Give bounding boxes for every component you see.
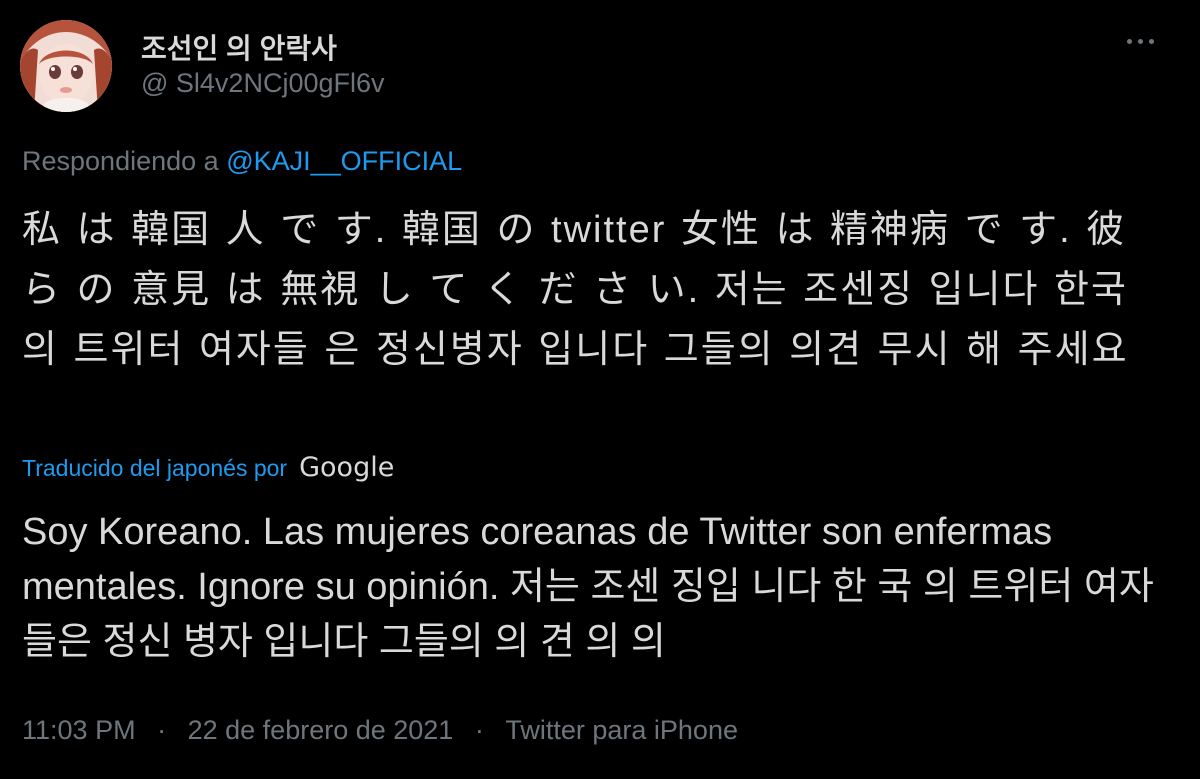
tweet-text: 私 は 韓国 人 で す. 韓国 の twitter 女性 は 精神病 で す.… bbox=[22, 209, 1129, 371]
author-handle[interactable]: @ Sl4v2NCj00gFl6v bbox=[141, 68, 385, 99]
tweet-date[interactable]: 22 de febrero de 2021 bbox=[188, 715, 454, 746]
more-horizontal-icon bbox=[1124, 38, 1157, 44]
reply-mention-link[interactable]: @KAJI__OFFICIAL bbox=[226, 146, 462, 176]
replying-to-label: Respondiendo a bbox=[22, 146, 219, 176]
avatar[interactable] bbox=[20, 20, 112, 112]
replying-to: Respondiendo a @KAJI__OFFICIAL bbox=[22, 146, 462, 177]
more-options-button[interactable] bbox=[1118, 28, 1162, 54]
google-logo: Google bbox=[299, 452, 395, 483]
translation-attribution: Traducido del japonés por Google bbox=[22, 452, 394, 483]
translated-text: Soy Koreano. Las mujeres coreanas de Twi… bbox=[22, 511, 1154, 663]
translation-label[interactable]: Traducido del japonés por bbox=[22, 455, 287, 482]
author-display-name[interactable]: 조선인 의 안락사 bbox=[141, 27, 337, 67]
avatar-illustration bbox=[20, 20, 112, 112]
tweet-time[interactable]: 11:03 PM bbox=[22, 715, 136, 746]
tweet-detail: 조선인 의 안락사 @ Sl4v2NCj00gFl6v Respondiendo… bbox=[0, 0, 1200, 779]
tweet-metadata: 11:03 PM · 22 de febrero de 2021 · Twitt… bbox=[22, 715, 738, 746]
tweet-source[interactable]: Twitter para iPhone bbox=[505, 715, 738, 746]
meta-separator: · bbox=[474, 715, 484, 745]
meta-separator: · bbox=[157, 715, 167, 745]
